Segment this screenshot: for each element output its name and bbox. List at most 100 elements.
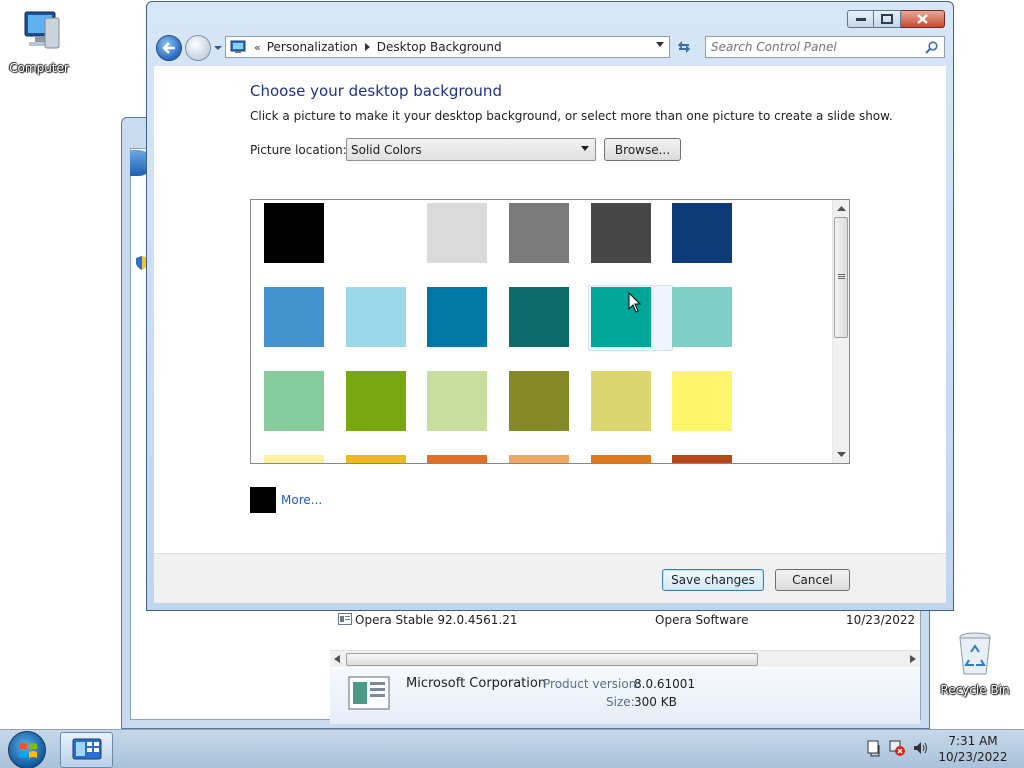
color-swatch-item[interactable]	[672, 455, 754, 463]
color-swatch-item[interactable]	[345, 371, 428, 455]
scroll-down-icon[interactable]	[837, 450, 846, 459]
color-swatch-item[interactable]	[509, 371, 591, 455]
forward-button[interactable]	[185, 35, 211, 61]
vertical-scrollbar[interactable]	[832, 200, 849, 463]
color-swatch	[427, 371, 488, 431]
color-swatch-item[interactable]	[427, 455, 509, 463]
more-colors-link[interactable]: More...	[281, 493, 322, 507]
address-overflow[interactable]: «	[254, 41, 261, 54]
more-color-swatch[interactable]	[250, 487, 276, 513]
details-size-value: 300 KB	[634, 695, 677, 709]
color-swatch-item[interactable]	[345, 455, 428, 463]
start-button[interactable]	[8, 731, 46, 768]
close-button[interactable]	[901, 10, 945, 28]
scroll-up-icon[interactable]	[837, 204, 846, 213]
color-swatch-item[interactable]	[345, 287, 428, 371]
computer-icon	[24, 11, 60, 49]
caption-buttons	[847, 10, 945, 28]
swatch-row	[264, 371, 754, 455]
taskbar-control-panel-button[interactable]	[60, 732, 113, 768]
breadcrumb-arrow-icon[interactable]	[364, 43, 370, 51]
color-swatch-item[interactable]	[427, 287, 509, 371]
color-swatch-list	[250, 199, 850, 464]
control-panel-icon	[72, 738, 101, 760]
color-swatch	[427, 203, 488, 263]
maximize-button[interactable]	[874, 10, 901, 28]
browse-button[interactable]: Browse...	[604, 138, 681, 161]
picture-location-value: Solid Colors	[351, 142, 422, 157]
network-disconnected-icon[interactable]	[888, 739, 906, 757]
windows-logo-icon	[19, 743, 37, 758]
control-panel-icon	[230, 40, 246, 53]
search-icon[interactable]	[925, 41, 938, 54]
color-swatch	[509, 455, 570, 463]
save-changes-button[interactable]: Save changes	[662, 569, 764, 591]
chevron-down-icon	[581, 146, 589, 151]
color-swatch	[264, 455, 324, 463]
refresh-icon[interactable]	[674, 37, 694, 57]
close-icon	[917, 14, 928, 24]
scrollbar-thumb[interactable]	[346, 653, 758, 666]
color-swatch	[264, 203, 324, 263]
color-swatch	[345, 455, 406, 463]
color-swatch-item[interactable]	[264, 455, 346, 463]
color-swatch-item[interactable]	[590, 203, 673, 287]
back-arrow-icon	[162, 42, 175, 54]
picture-location-label: Picture location:	[250, 143, 347, 157]
action-center-icon[interactable]	[866, 739, 882, 757]
color-swatch-item[interactable]	[509, 455, 591, 463]
taskbar: 7:31 AM 10/23/2022	[0, 729, 1024, 768]
address-dropdown-icon[interactable]	[656, 42, 664, 47]
installer-icon	[348, 676, 390, 710]
color-swatch-item[interactable]	[590, 455, 673, 463]
program-publisher: Opera Software	[655, 613, 749, 627]
back-button[interactable]	[156, 35, 182, 61]
desktop-icon-computer[interactable]: Computer	[4, 8, 74, 75]
details-size-label: Size:	[606, 695, 635, 709]
color-swatch-item[interactable]	[345, 203, 428, 287]
picture-location-select[interactable]: Solid Colors	[346, 138, 596, 161]
address-bar[interactable]: « Personalization Desktop Background	[225, 36, 670, 58]
recent-pages-chevron-icon[interactable]	[212, 42, 224, 54]
cancel-button[interactable]: Cancel	[775, 569, 850, 591]
color-swatch	[590, 203, 651, 263]
color-swatch	[509, 203, 570, 263]
color-swatch	[264, 287, 324, 347]
color-swatch	[590, 455, 651, 463]
color-swatch-item[interactable]	[672, 287, 754, 371]
color-swatch	[672, 371, 733, 431]
system-clock[interactable]: 7:31 AM 10/23/2022	[930, 733, 1016, 765]
color-swatch	[672, 287, 733, 347]
content-area: Choose your desktop background Click a p…	[154, 66, 946, 553]
details-publisher: Microsoft Corporation	[406, 676, 547, 691]
table-row[interactable]: Opera Stable 92.0.4561.21 Opera Software…	[330, 610, 920, 630]
color-swatch-item[interactable]	[264, 287, 346, 371]
color-swatch-item[interactable]	[264, 203, 346, 287]
recycle-bin-icon	[959, 632, 991, 675]
details-version-value: 8.0.61001	[634, 677, 696, 691]
scrollbar-thumb[interactable]	[834, 217, 848, 338]
color-swatch	[509, 287, 570, 347]
swatch-grid	[264, 203, 754, 463]
color-swatch-item[interactable]	[427, 203, 509, 287]
breadcrumb-desktop-background[interactable]: Desktop Background	[377, 40, 502, 54]
search-input[interactable]	[711, 38, 921, 56]
horizontal-scrollbar[interactable]	[330, 650, 920, 667]
color-swatch-item[interactable]	[509, 203, 591, 287]
volume-icon[interactable]	[912, 739, 930, 757]
minimize-button[interactable]	[847, 10, 874, 28]
color-swatch	[672, 203, 733, 263]
program-name: Opera Stable 92.0.4561.21	[355, 613, 518, 627]
scroll-right-icon	[910, 655, 916, 663]
color-swatch-item[interactable]	[509, 287, 591, 371]
search-box[interactable]	[705, 36, 945, 58]
desktop-icon-recycle-bin[interactable]: Recycle Bin	[940, 630, 1010, 697]
color-swatch-item[interactable]	[672, 371, 754, 455]
desktop-icon-label: Computer	[9, 61, 69, 75]
color-swatch-item[interactable]	[427, 371, 509, 455]
color-swatch-item[interactable]	[264, 371, 346, 455]
color-swatch-item[interactable]	[590, 371, 673, 455]
dialog-footer: Save changes Cancel	[154, 553, 946, 603]
breadcrumb-personalization[interactable]: Personalization	[267, 40, 358, 54]
color-swatch-item[interactable]	[672, 203, 754, 287]
